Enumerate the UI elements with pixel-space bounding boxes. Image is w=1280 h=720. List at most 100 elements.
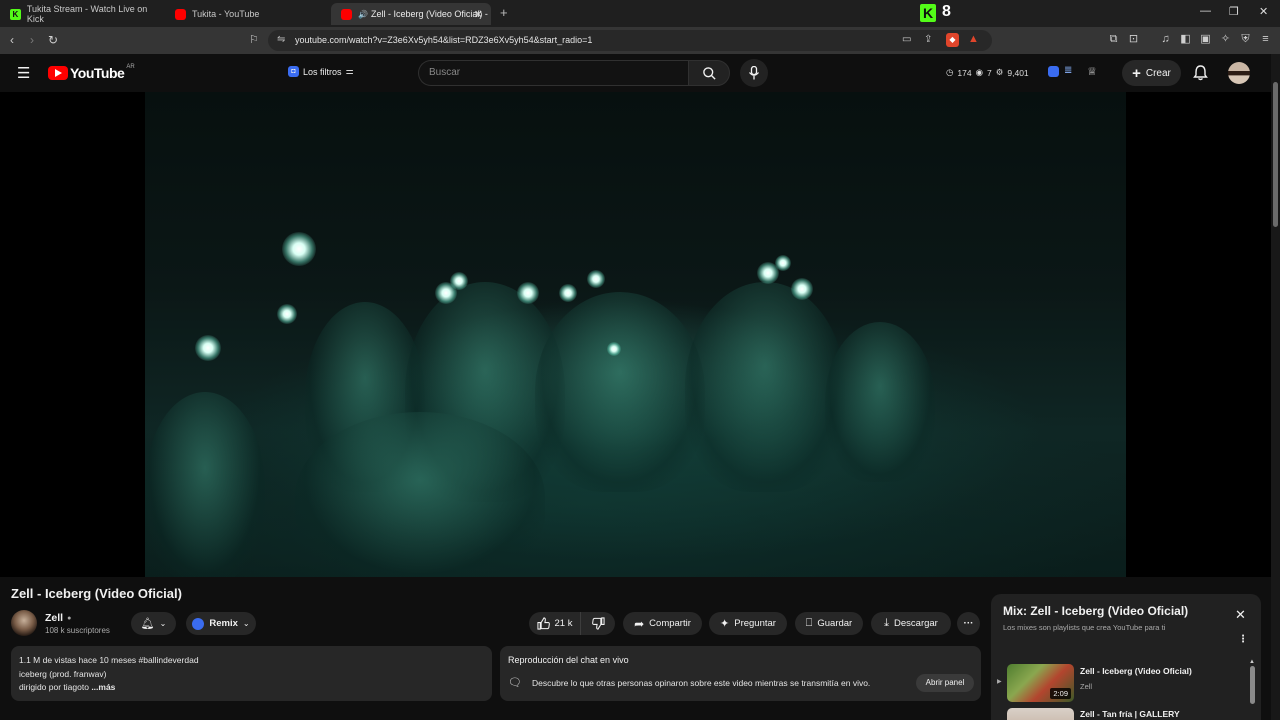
like-button[interactable]: 21 k bbox=[529, 612, 581, 635]
youtube-header: ☰ YouTube AR ◘ Los filtros ⚌ Buscar ◷ 174… bbox=[0, 54, 1280, 92]
tab-title: Tukita Stream - Watch Live on Kick bbox=[26, 4, 148, 24]
filters-label: Los filtros bbox=[303, 66, 342, 77]
browser-tab-kick[interactable]: K Tukita Stream - Watch Live on Kick bbox=[0, 3, 165, 25]
vpn-icon[interactable]: ⛨ bbox=[1239, 33, 1252, 46]
brave-rewards-icon[interactable]: ▲ bbox=[968, 33, 979, 45]
avatar[interactable] bbox=[1228, 62, 1250, 84]
save-button[interactable]: ⎕ Guardar bbox=[795, 612, 863, 635]
extension-logo-icon[interactable] bbox=[1048, 66, 1059, 77]
search-button[interactable] bbox=[688, 60, 730, 86]
youtube-logo[interactable]: YouTube AR bbox=[48, 64, 135, 81]
create-button[interactable]: + Crear bbox=[1122, 60, 1181, 86]
scrollbar-thumb[interactable] bbox=[1273, 82, 1278, 227]
list-item[interactable]: Zell - Tan fría | GALLERY bbox=[991, 706, 1253, 720]
close-tab-icon[interactable]: ✕ bbox=[474, 8, 483, 21]
remix-button[interactable]: Remix ⌄ bbox=[186, 612, 256, 635]
list-item-title: Zell - Tan fría | GALLERY bbox=[1080, 709, 1180, 719]
mix-playlist-panel: Mix: Zell - Iceberg (Video Oficial) Los … bbox=[991, 594, 1261, 720]
cast-icon[interactable]: ▭ bbox=[902, 34, 911, 45]
phone-light bbox=[607, 342, 621, 356]
youtube-logo-icon bbox=[175, 8, 186, 20]
video-thumbnail[interactable] bbox=[1007, 708, 1074, 720]
description-line: dirigido por tiagoto ...más bbox=[19, 681, 484, 695]
close-icon[interactable]: ✕ bbox=[1235, 607, 1246, 623]
extension-stats: ◷ 174 ◉ 7 ⚙ 9,401 bbox=[946, 67, 1029, 78]
tab-title: Tukita - YouTube bbox=[192, 9, 260, 19]
kick-logo-icon: K bbox=[10, 8, 21, 20]
wallet-icon[interactable]: ▣ bbox=[1199, 33, 1212, 46]
notifications-bell-icon[interactable] bbox=[1193, 65, 1208, 81]
mix-title: Mix: Zell - Iceberg (Video Oficial) bbox=[1003, 604, 1189, 618]
extension-logo-icon: ◘ bbox=[288, 66, 299, 77]
channel-avatar[interactable] bbox=[11, 610, 37, 636]
phone-light bbox=[450, 272, 468, 290]
leo-ai-icon[interactable]: ✧ bbox=[1219, 33, 1232, 46]
description-director: dirigido por tiagoto bbox=[19, 682, 89, 692]
forward-icon[interactable]: › bbox=[30, 33, 34, 47]
scroll-up-icon[interactable]: ▲ bbox=[1249, 659, 1255, 665]
minimize-window-icon[interactable]: — bbox=[1200, 5, 1211, 17]
browser-tab-active[interactable]: 🔊 Zell - Iceberg (Video Oficial) - ✕ bbox=[331, 3, 491, 25]
channel-name[interactable]: Zell bbox=[45, 612, 63, 624]
stat-likes: 7 bbox=[987, 67, 992, 78]
video-player[interactable] bbox=[0, 92, 1271, 577]
hamburger-menu-icon[interactable]: ☰ bbox=[17, 64, 30, 82]
voice-search-button[interactable] bbox=[740, 59, 768, 87]
page-scrollbar[interactable] bbox=[1271, 54, 1280, 720]
list-item[interactable]: ▶ 2:09 Zell - Iceberg (Video Oficial) Ze… bbox=[991, 662, 1253, 704]
open-panel-button[interactable]: Abrir panel bbox=[916, 674, 974, 692]
crowd-silhouette bbox=[535, 292, 705, 492]
video-thumbnail[interactable]: 2:09 bbox=[1007, 664, 1074, 702]
sparkle-icon: ✦ bbox=[720, 618, 730, 630]
close-window-icon[interactable]: ✕ bbox=[1259, 5, 1268, 18]
description-meta: 1.1 M de vistas hace 10 meses #ballindev… bbox=[19, 655, 199, 665]
chevron-down-icon: ⌄ bbox=[242, 619, 250, 628]
bell-icon: 🔔︎ bbox=[140, 618, 155, 630]
music-icon[interactable]: ♫ bbox=[1159, 33, 1172, 46]
subscribe-notifications-button[interactable]: 🔔︎ ⌄ bbox=[131, 612, 176, 635]
clock-icon: ◷ bbox=[946, 67, 954, 77]
ask-label: Preguntar bbox=[734, 618, 776, 629]
brave-shield-icon[interactable]: ◆ bbox=[946, 33, 959, 47]
chat-replay-title: Reproducción del chat en vivo bbox=[508, 655, 629, 665]
share-button[interactable]: ➦ Compartir bbox=[623, 612, 702, 635]
youtube-logo-icon bbox=[341, 8, 352, 20]
list-icon[interactable]: ≣ bbox=[1064, 65, 1072, 76]
address-bar[interactable]: ⇋ youtube.com/watch?v=Z3e6Xv5yh54&list=R… bbox=[268, 30, 992, 51]
remix-label: Remix bbox=[209, 618, 238, 629]
search-input[interactable]: Buscar bbox=[418, 60, 688, 86]
verified-icon: ● bbox=[67, 614, 72, 622]
video-title: Zell - Iceberg (Video Oficial) bbox=[11, 586, 182, 601]
ask-button[interactable]: ✦ Preguntar bbox=[709, 612, 787, 635]
country-code: AR bbox=[126, 64, 135, 70]
more-actions-button[interactable]: ··· bbox=[957, 612, 980, 635]
filters-button[interactable]: ◘ Los filtros ⚌ bbox=[288, 66, 354, 77]
download-label: Descargar bbox=[894, 618, 938, 629]
back-icon[interactable]: ‹ bbox=[10, 33, 14, 47]
trophy-icon[interactable]: ♕ bbox=[1087, 65, 1097, 78]
new-tab-button[interactable]: + bbox=[500, 5, 508, 20]
description-box[interactable]: 1.1 M de vistas hace 10 meses #ballindev… bbox=[11, 646, 492, 701]
screenshot-icon[interactable]: ⊡ bbox=[1127, 33, 1140, 46]
channel-name-row[interactable]: Zell ● bbox=[45, 612, 71, 624]
share-icon[interactable]: ⇪ bbox=[924, 34, 932, 45]
sidebar-icon[interactable]: ◧ bbox=[1179, 33, 1192, 46]
more-vertical-icon[interactable]: ⋮ bbox=[1238, 635, 1248, 645]
browser-tab-youtube[interactable]: Tukita - YouTube bbox=[165, 3, 330, 25]
playlist-scrollbar-thumb[interactable] bbox=[1250, 666, 1255, 704]
chevron-down-icon: ⌄ bbox=[159, 619, 167, 628]
restore-window-icon[interactable]: ❐ bbox=[1229, 5, 1239, 18]
video-frame[interactable] bbox=[145, 92, 1126, 577]
stat-count: 9,401 bbox=[1007, 67, 1029, 78]
dislike-button[interactable] bbox=[581, 612, 615, 635]
site-info-icon[interactable]: ⇋ bbox=[277, 34, 285, 45]
kick-badge-count: 8 bbox=[942, 3, 951, 20]
menu-icon[interactable]: ≡ bbox=[1259, 33, 1272, 46]
reload-icon[interactable]: ↻ bbox=[48, 33, 58, 47]
show-more-link[interactable]: ...más bbox=[91, 682, 115, 692]
phone-light bbox=[282, 232, 316, 266]
extension-icon[interactable]: ⧉ bbox=[1107, 33, 1120, 46]
download-button[interactable]: ⤓ Descargar bbox=[871, 612, 951, 635]
now-playing-icon: ▶ bbox=[997, 679, 1002, 685]
bookmark-icon[interactable]: ⚐ bbox=[249, 33, 259, 46]
